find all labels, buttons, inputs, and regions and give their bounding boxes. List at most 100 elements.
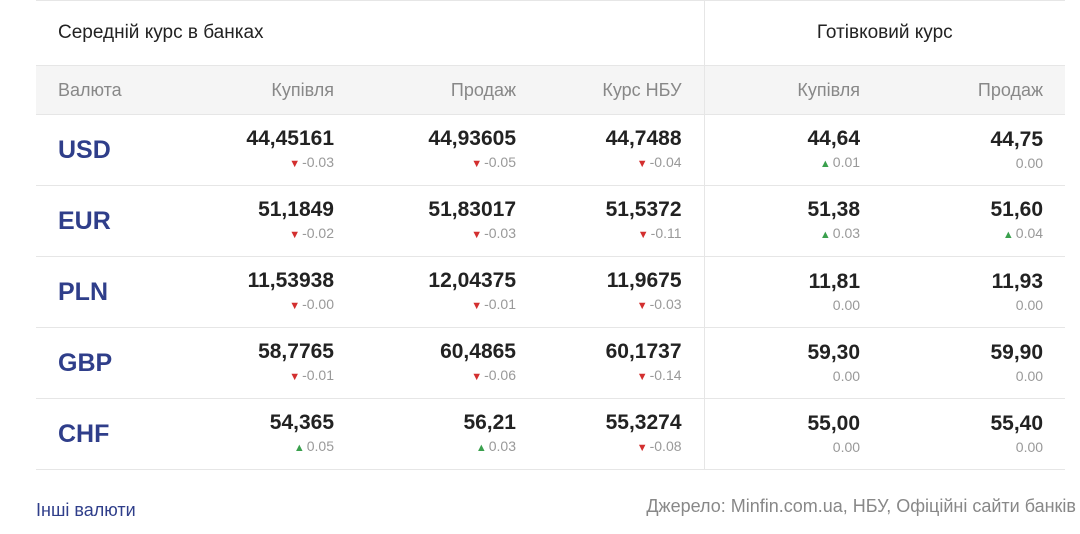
triangle-down-icon: ▼ bbox=[636, 442, 648, 454]
rate-cell-buy: 54,365 ▲ 0.05 bbox=[186, 398, 356, 470]
triangle-down-icon: ▼ bbox=[471, 371, 483, 383]
rate-value: 51,60 bbox=[990, 198, 1044, 221]
rate-change-value: -0.03 bbox=[649, 296, 682, 312]
rate-change-value: 0.01 bbox=[832, 154, 861, 170]
currency-row-chf: CHF 54,365 ▲ 0.05 56,21 ▲ 0.03 55,3274 ▼ -0.08 55,… bbox=[36, 398, 1066, 470]
rate-cell-cash-sell: 51,60 ▲ 0.04 bbox=[882, 185, 1066, 257]
rate-change-value: -0.04 bbox=[649, 154, 682, 170]
triangle-down-icon: ▼ bbox=[471, 300, 483, 312]
rate-change: ▼ -0.05 bbox=[356, 153, 516, 173]
triangle-down-icon: ▼ bbox=[289, 371, 301, 383]
rate-cell-cash-buy: 11,81 0.00 bbox=[703, 256, 883, 328]
rate-cell-sell: 12,04375 ▼ -0.01 bbox=[356, 256, 538, 328]
rate-value: 11,81 bbox=[808, 270, 861, 293]
rate-change-value: 0.00 bbox=[1015, 155, 1044, 171]
rate-cell-sell: 60,4865 ▼ -0.06 bbox=[356, 327, 538, 399]
rate-change-value: 0.00 bbox=[832, 439, 861, 455]
rate-cell-cash-buy: 55,00 0.00 bbox=[703, 398, 883, 470]
rate-change-value: 0.00 bbox=[1015, 368, 1044, 384]
col-nbu: Курс НБУ bbox=[538, 65, 705, 115]
currency-code[interactable]: CHF bbox=[36, 398, 186, 470]
triangle-down-icon: ▼ bbox=[637, 229, 649, 241]
col-cash-sell: Продаж bbox=[882, 65, 1066, 115]
rate-change: ▼ -0.08 bbox=[538, 437, 682, 457]
rate-value: 55,3274 bbox=[605, 411, 682, 434]
currency-code[interactable]: GBP bbox=[36, 327, 186, 399]
rate-cell-nbu: 11,9675 ▼ -0.03 bbox=[538, 256, 705, 328]
rate-change-value: 0.03 bbox=[832, 225, 861, 241]
triangle-down-icon: ▼ bbox=[636, 371, 648, 383]
rate-change-value: -0.03 bbox=[302, 154, 334, 170]
triangle-down-icon: ▼ bbox=[289, 229, 301, 241]
group-header-row: Середній курс в банках Готівковий курс bbox=[36, 0, 1066, 66]
rate-cell-buy: 51,1849 ▼ -0.02 bbox=[186, 185, 356, 257]
rate-cell-sell: 44,93605 ▼ -0.05 bbox=[356, 114, 538, 186]
currency-row-gbp: GBP 58,7765 ▼ -0.01 60,4865 ▼ -0.06 60,1737 ▼ -0.… bbox=[36, 327, 1066, 399]
rate-change: ▼ -0.01 bbox=[356, 295, 516, 315]
rate-change-value: -0.11 bbox=[650, 225, 682, 241]
rate-change: 0.00 bbox=[705, 438, 861, 456]
rate-value: 55,00 bbox=[807, 412, 861, 435]
triangle-up-icon: ▲ bbox=[1002, 229, 1014, 241]
rate-change-value: 0.05 bbox=[306, 438, 334, 454]
rate-value: 44,93605 bbox=[428, 127, 516, 150]
rate-change-value: -0.01 bbox=[302, 367, 334, 383]
rate-change-value: -0.01 bbox=[484, 296, 516, 312]
rate-change-value: 0.00 bbox=[1015, 439, 1044, 455]
rate-cell-buy: 44,45161 ▼ -0.03 bbox=[186, 114, 356, 186]
rate-cell-cash-sell: 59,90 0.00 bbox=[882, 327, 1066, 399]
rate-value: 12,04375 bbox=[428, 269, 516, 292]
rate-cell-cash-buy: 44,64 ▲ 0.01 bbox=[703, 114, 883, 186]
rate-change: 0.00 bbox=[705, 296, 861, 314]
rate-change-value: 0.04 bbox=[1015, 225, 1044, 241]
rate-value: 56,21 bbox=[463, 411, 516, 434]
currency-row-usd: USD 44,45161 ▼ -0.03 44,93605 ▼ -0.05 44,7488 ▼ -… bbox=[36, 114, 1066, 186]
rate-cell-cash-sell: 44,75 0.00 bbox=[882, 114, 1066, 186]
rate-value: 60,4865 bbox=[440, 340, 516, 363]
rate-value: 54,365 bbox=[269, 411, 334, 434]
rate-value: 44,75 bbox=[990, 128, 1044, 151]
rate-change: ▲ 0.05 bbox=[186, 437, 334, 457]
rate-change: ▼ -0.14 bbox=[538, 366, 682, 386]
rate-change: ▼ -0.04 bbox=[538, 153, 682, 173]
col-cash-buy: Купівля bbox=[703, 65, 883, 115]
currency-code[interactable]: EUR bbox=[36, 185, 186, 257]
triangle-down-icon: ▼ bbox=[289, 158, 301, 170]
rate-change-value: 0.03 bbox=[488, 438, 516, 454]
rate-value: 51,83017 bbox=[428, 198, 516, 221]
currency-code[interactable]: USD bbox=[36, 114, 186, 186]
rate-cell-sell: 51,83017 ▼ -0.03 bbox=[356, 185, 538, 257]
rate-value: 11,53938 bbox=[247, 269, 334, 292]
other-currencies-link[interactable]: Інші валюти bbox=[36, 500, 136, 521]
cash-rate-title: Готівковий курс bbox=[703, 0, 1066, 66]
triangle-up-icon: ▲ bbox=[819, 229, 831, 241]
source-note: Джерело: Minfin.com.ua, НБУ, Офіційні са… bbox=[646, 496, 1076, 516]
rate-cell-buy: 58,7765 ▼ -0.01 bbox=[186, 327, 356, 399]
rate-cell-nbu: 44,7488 ▼ -0.04 bbox=[538, 114, 705, 186]
triangle-down-icon: ▼ bbox=[636, 158, 648, 170]
rate-change: 0.00 bbox=[882, 367, 1043, 385]
rate-value: 51,38 bbox=[807, 198, 861, 221]
triangle-up-icon: ▲ bbox=[293, 442, 305, 454]
rate-change: ▼ -0.11 bbox=[538, 224, 682, 244]
rate-change-value: -0.03 bbox=[484, 225, 516, 241]
rate-cell-buy: 11,53938 ▼ -0.00 bbox=[186, 256, 356, 328]
rate-change-value: -0.06 bbox=[484, 367, 516, 383]
rate-change: ▼ -0.00 bbox=[186, 295, 334, 315]
rate-change-value: -0.08 bbox=[649, 438, 682, 454]
bank-average-title: Середній курс в банках bbox=[36, 0, 705, 66]
rate-change-value: 0.00 bbox=[832, 297, 861, 313]
currency-code[interactable]: PLN bbox=[36, 256, 186, 328]
rate-change: 0.00 bbox=[882, 438, 1043, 456]
rate-change: ▼ -0.02 bbox=[186, 224, 334, 244]
triangle-down-icon: ▼ bbox=[471, 229, 483, 241]
col-buy: Купівля bbox=[186, 65, 356, 115]
rate-cell-nbu: 51,5372 ▼ -0.11 bbox=[538, 185, 705, 257]
rate-value: 55,40 bbox=[990, 412, 1044, 435]
rate-change: ▲ 0.03 bbox=[705, 224, 861, 244]
rate-change-value: -0.02 bbox=[302, 225, 334, 241]
rate-change: ▲ 0.04 bbox=[882, 224, 1043, 244]
rate-change: ▼ -0.01 bbox=[186, 366, 334, 386]
rate-value: 11,9675 bbox=[606, 269, 682, 292]
rate-cell-cash-sell: 11,93 0.00 bbox=[882, 256, 1066, 328]
